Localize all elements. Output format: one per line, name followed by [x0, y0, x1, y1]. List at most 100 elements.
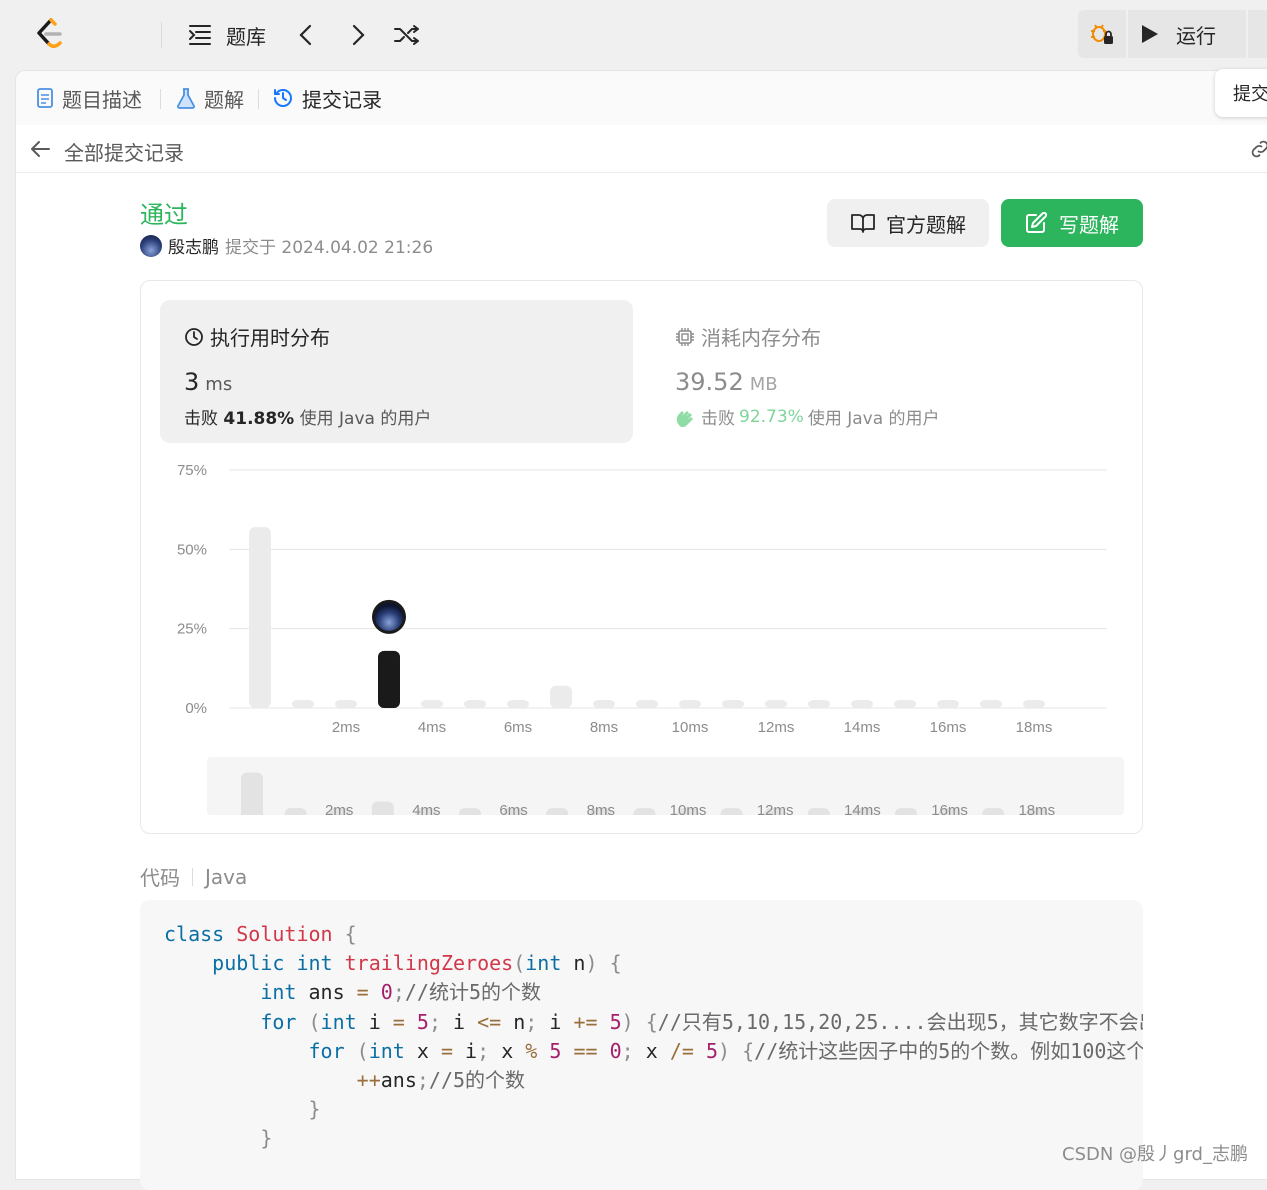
code-token: ) [621, 1009, 634, 1034]
code-token: /= [669, 1038, 694, 1063]
code-token: i [453, 1038, 478, 1063]
mini-tick-label: 6ms [499, 802, 527, 815]
bar [593, 700, 615, 708]
avatar-marker [375, 602, 403, 631]
submitted-time: 提交于 2024.04.02 21:26 [225, 238, 434, 258]
code-header-divider [192, 867, 193, 886]
bar [464, 700, 486, 708]
code-line: } [164, 1095, 1143, 1124]
x-tick-label: 14ms [844, 719, 881, 736]
mini-bar [895, 808, 917, 815]
mini-tick-label: 2ms [325, 802, 353, 815]
mini-tick-label: 4ms [412, 802, 440, 815]
link-icon[interactable] [1250, 139, 1267, 159]
memory-number: 39.52 [675, 368, 744, 396]
problem-list-button[interactable]: 题库 [188, 20, 266, 50]
mini-bar [807, 808, 830, 815]
avatar[interactable] [140, 234, 162, 257]
tab-submissions[interactable]: 提交记录 [272, 83, 382, 113]
random-problem-button[interactable] [394, 20, 420, 50]
mini-tick-label: 16ms [931, 802, 968, 815]
code-token: //5的个数 [428, 1068, 526, 1093]
code-token: = [356, 980, 369, 1005]
code-block[interactable]: class Solution { public int trailingZero… [140, 900, 1143, 1190]
mini-bar [284, 808, 307, 815]
watermark: CSDN @殷丿grd_志鹏 [1062, 1144, 1248, 1165]
code-token: { [645, 1009, 658, 1034]
topbar-divider [161, 22, 162, 48]
code-line: for (int x = i; x % 5 == 0; x /= 5) {//统… [164, 1037, 1144, 1066]
submit-button[interactable]: 提交 [1215, 69, 1267, 117]
runtime-beat: 击败 41.88% 使用 Java 的用户 [184, 404, 431, 429]
code-line: } [164, 1124, 1143, 1153]
code-token: = [392, 1009, 405, 1034]
arrow-left-icon[interactable] [28, 137, 52, 161]
code-token: } [308, 1097, 321, 1122]
run-button[interactable]: 运行 [1138, 10, 1216, 58]
runtime-title: 执行用时分布 [184, 322, 330, 351]
prev-problem-button[interactable] [298, 20, 314, 50]
next-problem-button[interactable] [350, 20, 366, 50]
beat-prefix: 击败 [184, 409, 218, 429]
code-token: { [344, 922, 357, 946]
bar [550, 685, 572, 708]
runtime-distribution-chart[interactable]: 75% 50% 25% 0% 2ms 4ms 6ms 8ms 10ms 12ms 14ms 16ms 1… [141, 449, 1144, 749]
beat-suffix: 使用 Java 的用户 [299, 409, 432, 429]
tab-solutions[interactable]: 题解 [176, 83, 244, 113]
memory-beat: 击败 92.73% 使用 Java 的用户 [675, 404, 940, 429]
tab-description[interactable]: 题目描述 [36, 83, 142, 113]
runtime-stat[interactable]: 执行用时分布 3 ms 击败 41.88% 使用 Java 的用户 [160, 300, 633, 443]
code-token: trailingZeroes [344, 951, 514, 976]
code-token: int [525, 951, 562, 976]
mini-bar [633, 808, 656, 815]
code-token: 0 [609, 1038, 622, 1063]
shuffle-icon [394, 25, 419, 45]
mini-tick-label: 8ms [587, 802, 615, 815]
code-token: ans [380, 1068, 417, 1093]
bug-lock-icon [1091, 24, 1113, 44]
bar [808, 700, 830, 708]
chevron-right-icon [352, 24, 365, 46]
document-icon [37, 88, 53, 108]
write-solution-button[interactable]: 写题解 [1001, 199, 1143, 247]
code-token: 0 [380, 980, 393, 1005]
performance-card: 执行用时分布 3 ms 击败 41.88% 使用 Java 的用户 消耗内存分布 … [140, 280, 1143, 834]
code-token: ; [477, 1038, 490, 1063]
code-token: //统计这些因子中的5的个数。例如100这个数 [754, 1038, 1143, 1063]
code-token: int [296, 951, 333, 976]
bar [937, 700, 959, 708]
official-solution-button[interactable]: 官方题解 [827, 199, 989, 247]
debug-button[interactable] [1078, 10, 1126, 58]
username[interactable]: 殷志鹏 [168, 233, 219, 258]
code-token: n [561, 951, 586, 976]
memory-unit: MB [749, 374, 778, 395]
x-tick-label: 18ms [1016, 719, 1053, 736]
leetcode-logo-icon[interactable] [30, 16, 66, 52]
mini-bar [982, 808, 1005, 815]
bar [722, 700, 744, 708]
code-token: 5 [705, 1038, 719, 1063]
flask-icon [177, 88, 195, 109]
tab-label: 题解 [204, 87, 244, 112]
code-token: int [320, 1009, 357, 1034]
all-submissions-link[interactable]: 全部提交记录 [64, 137, 184, 166]
mini-bar [371, 801, 394, 815]
run-button-group: 运行 [1078, 10, 1267, 58]
code-token: == [573, 1038, 598, 1063]
chart-range-selector[interactable]: 2ms 4ms 6ms 8ms 10ms 12ms 14ms 16ms 18ms [207, 757, 1124, 815]
beat-suffix: 使用 Java 的用户 [807, 409, 940, 429]
code-token: 5 [609, 1009, 622, 1034]
beat-percent: 92.73% [739, 406, 804, 427]
code-token: for [308, 1038, 345, 1063]
code-token: n [501, 1009, 526, 1034]
memory-stat[interactable]: 消耗内存分布 39.52 MB 击败 92.73% 使用 Java 的用户 [671, 300, 1121, 443]
code-token: x [633, 1038, 670, 1063]
